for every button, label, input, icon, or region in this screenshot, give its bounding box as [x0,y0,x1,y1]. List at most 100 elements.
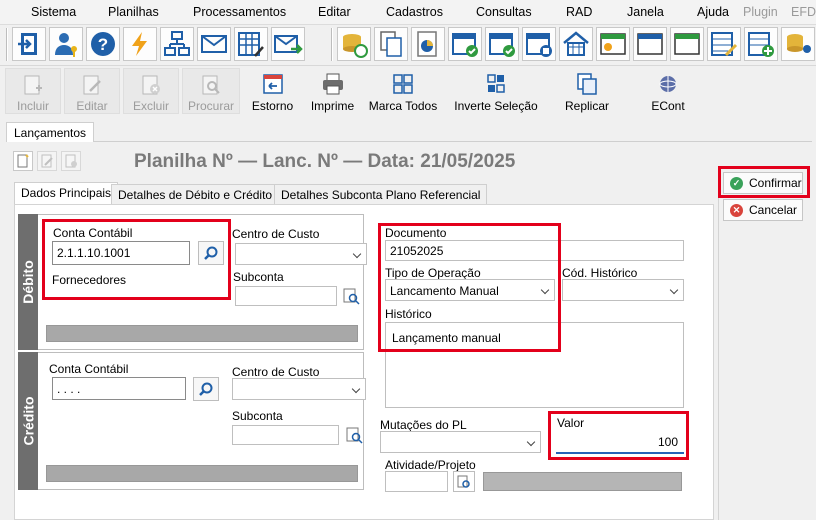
credito-description-bar [46,465,358,482]
window-icon[interactable] [633,27,667,61]
debito-search-button[interactable] [198,241,224,265]
exit-icon[interactable] [12,27,46,61]
calendar-check-icon[interactable] [448,27,482,61]
printer-icon [321,72,345,96]
econt-button[interactable]: ECont [642,68,694,114]
cancelar-button[interactable]: ✕ Cancelar [723,199,803,221]
debito-subconta-lookup-icon[interactable] [341,286,361,306]
tab-lancamentos[interactable]: Lançamentos [6,122,95,142]
tab-dados-principais[interactable]: Dados Principais [14,182,119,205]
debito-subconta-input[interactable] [235,286,337,306]
debito-conta-label: Conta Contábil [53,226,133,240]
credito-search-button[interactable] [193,377,219,401]
menu-sistema[interactable]: Sistema [31,5,76,19]
debito-centro-select[interactable] [235,243,367,265]
credito-conta-label: Conta Contábil [49,362,129,376]
incluir-button[interactable]: Incluir [5,68,61,114]
edit-record-icon[interactable] [37,151,57,171]
lightning-icon[interactable] [123,27,157,61]
marca-todos-button[interactable]: Marca Todos [368,68,438,114]
valor-input[interactable]: 100 [556,431,684,454]
editar-button[interactable]: Editar [64,68,120,114]
menu-efd[interactable]: EFD - [791,5,816,19]
excluir-button[interactable]: Excluir [123,68,179,114]
spreadsheet-edit-icon[interactable] [234,27,268,61]
tipo-operacao-select[interactable]: Lancamento Manual [385,279,555,301]
grid-select-icon [391,72,415,96]
mutacoes-label: Mutações do PL [380,418,467,432]
menu-planilhas[interactable]: Planilhas [108,5,159,19]
atividade-input[interactable] [385,471,448,492]
check-icon: ✓ [730,176,743,190]
credito-subconta-lookup-icon[interactable] [344,425,364,445]
edit-document-icon [81,73,103,96]
calendar-approve-icon[interactable] [485,27,519,61]
debito-description-bar [46,325,358,342]
cod-historico-select[interactable] [562,279,684,301]
search-icon [204,246,218,260]
menu-plugin[interactable]: Plugin [743,5,778,19]
inverte-selecao-button[interactable]: Inverte Seleção [454,68,538,114]
hierarchy-icon[interactable] [160,27,194,61]
debito-conta-desc: Fornecedores [52,273,127,287]
credito-subconta-label: Subconta [232,409,283,423]
estorno-button[interactable]: Estorno [245,68,300,114]
window-new-icon[interactable] [596,27,630,61]
valor-label: Valor [557,416,585,430]
search-document-icon [200,73,222,96]
atividade-lookup-icon[interactable] [453,471,475,492]
menu-janela[interactable]: Janela [627,5,664,19]
invert-selection-icon [484,72,508,96]
debito-conta-input[interactable]: 2.1.1.10.1001 [52,241,190,265]
replicar-button[interactable]: Replicar [558,68,616,114]
sheet-add-icon[interactable] [744,27,778,61]
imprime-button[interactable]: Imprime [305,68,360,114]
help-icon[interactable]: ? [86,27,120,61]
pie-report-icon[interactable] [411,27,445,61]
menu-editar[interactable]: Editar [318,5,351,19]
menu-rad[interactable]: RAD [566,5,592,19]
action-toolbar: Incluir Editar Excluir Procurar Estorno … [0,66,816,118]
credito-side-label: Crédito [18,352,38,490]
delete-document-icon [140,73,162,96]
mutacoes-select[interactable] [380,431,541,453]
cancel-icon: ✕ [730,203,743,217]
confirmar-button[interactable]: ✓ Confirmar [723,172,803,194]
copy-pages-icon[interactable] [374,27,408,61]
main-toolbar: ? [0,25,816,66]
atividade-description-bar [483,472,682,491]
tab-detalhes-subconta[interactable]: Detalhes Subconta Plano Referencial [274,184,488,204]
send-mail-icon[interactable] [271,27,305,61]
procurar-button[interactable]: Procurar [182,68,240,114]
delete-record-icon[interactable] [61,151,81,171]
menu-cadastros[interactable]: Cadastros [386,5,443,19]
historico-textarea[interactable]: Lançamento manual [385,322,684,408]
user-icon[interactable] [49,27,83,61]
mail-icon[interactable] [197,27,231,61]
sheet-edit-icon[interactable] [707,27,741,61]
credito-conta-input[interactable]: . . . . [52,377,186,400]
debito-subconta-label: Subconta [233,270,284,284]
replicate-icon [575,72,599,96]
credito-subconta-input[interactable] [232,425,339,445]
page-title: Planilha Nº — Lanc. Nº — Data: 21/05/202… [134,151,516,172]
menu-processamentos[interactable]: Processamentos [193,5,286,19]
tipo-operacao-label: Tipo de Operação [385,266,481,280]
tab-detalhes-debito-credito[interactable]: Detalhes de Débito e Crédito [111,184,280,204]
econt-globe-icon [656,72,680,96]
documento-input[interactable]: 21052025 [385,240,684,261]
menu-consultas[interactable]: Consultas [476,5,532,19]
coins-refresh-icon[interactable] [337,27,371,61]
window-green-icon[interactable] [670,27,704,61]
menu-ajuda[interactable]: Ajuda [697,5,729,19]
search-icon [199,382,213,396]
cod-historico-label: Cód. Histórico [562,266,638,280]
documento-label: Documento [385,226,447,240]
credito-centro-select[interactable] [232,378,366,400]
coins-key-icon[interactable] [781,27,815,61]
home-calendar-icon[interactable] [559,27,593,61]
calendar-stop-icon[interactable] [522,27,556,61]
credito-centro-label: Centro de Custo [232,365,320,379]
new-record-icon[interactable] [13,151,33,171]
debito-centro-label: Centro de Custo [232,227,320,241]
